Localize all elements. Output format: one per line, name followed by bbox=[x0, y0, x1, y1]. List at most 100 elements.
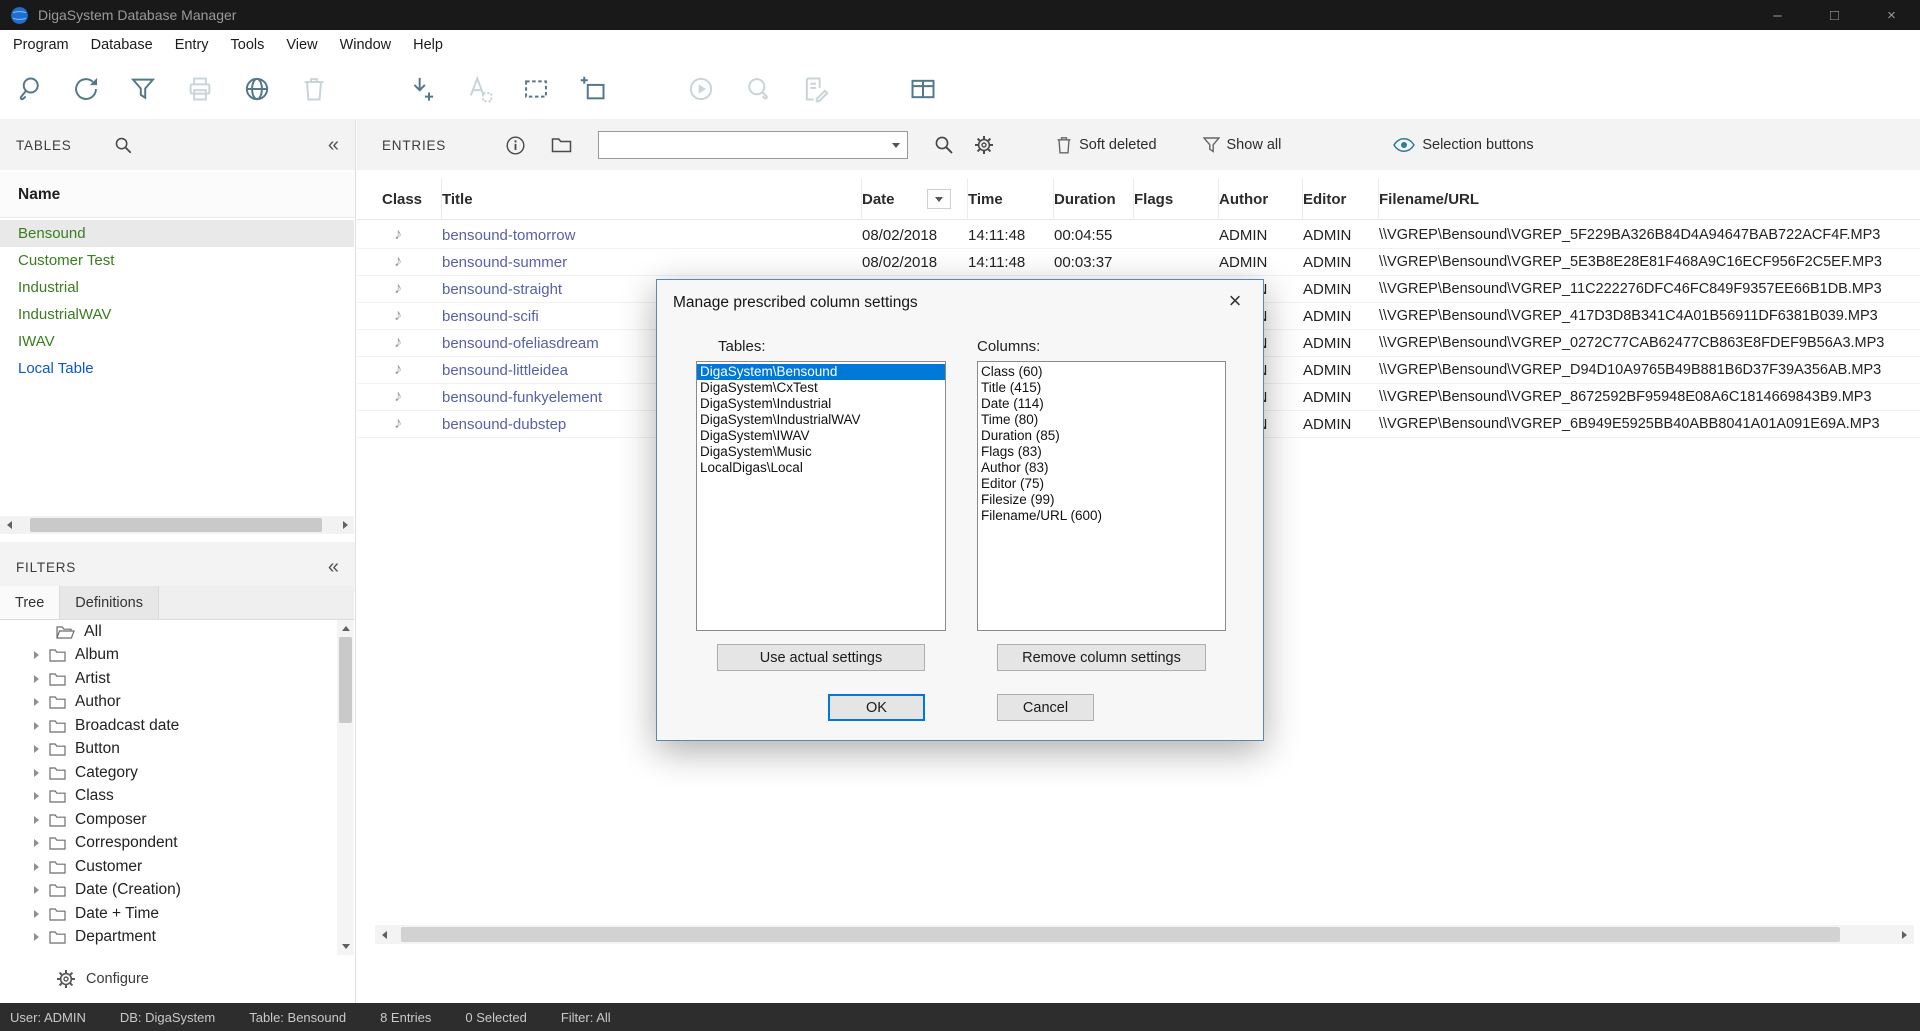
remove-column-settings-button[interactable]: Remove column settings bbox=[997, 644, 1206, 671]
listbox-option[interactable]: Author (83) bbox=[978, 460, 1225, 476]
configure-button[interactable]: Configure bbox=[0, 955, 354, 1003]
tables-list-item[interactable]: Customer Test bbox=[0, 247, 354, 274]
entry-title-link[interactable]: bensound-scifi bbox=[442, 308, 539, 325]
listbox-option[interactable]: Time (80) bbox=[978, 412, 1225, 428]
tree-item[interactable]: Button bbox=[0, 738, 337, 762]
scroll-right-icon[interactable] bbox=[336, 516, 354, 534]
column-header-flags[interactable]: Flags bbox=[1134, 178, 1219, 220]
listbox-option[interactable]: DigaSystem\IWAV bbox=[697, 428, 945, 444]
search-input[interactable] bbox=[599, 132, 885, 158]
tables-list-item[interactable]: IWAV bbox=[0, 328, 354, 355]
listbox-option[interactable]: Duration (85) bbox=[978, 428, 1225, 444]
column-header-time[interactable]: Time bbox=[968, 178, 1054, 220]
tree-item[interactable]: Album bbox=[0, 644, 337, 668]
selection-buttons-toggle[interactable]: Selection buttons bbox=[1393, 137, 1533, 153]
tables-horizontal-scrollbar[interactable] bbox=[0, 516, 354, 534]
chevron-right-icon[interactable] bbox=[34, 910, 39, 918]
filter-icon[interactable] bbox=[128, 74, 158, 104]
tree-item[interactable]: Artist bbox=[0, 667, 337, 691]
maximize-button[interactable]: □ bbox=[1806, 0, 1863, 30]
tree-item[interactable]: Author bbox=[0, 691, 337, 715]
table-row[interactable]: ♪bensound-tomorrow08/02/201814:11:4800:0… bbox=[357, 222, 1920, 249]
dialog-close-button[interactable]: × bbox=[1211, 282, 1259, 320]
listbox-option[interactable]: Class (60) bbox=[978, 364, 1225, 380]
column-header-author[interactable]: Author bbox=[1219, 178, 1303, 220]
menu-item-entry[interactable]: Entry bbox=[164, 37, 220, 53]
tree-item[interactable]: Date (Creation) bbox=[0, 879, 337, 903]
tree-item[interactable]: Broadcast date bbox=[0, 714, 337, 738]
entry-title-link[interactable]: bensound-tomorrow bbox=[442, 227, 575, 244]
play-icon[interactable] bbox=[686, 74, 716, 104]
chevron-right-icon[interactable] bbox=[34, 722, 39, 730]
scrollbar-thumb[interactable] bbox=[339, 637, 352, 723]
tree-item[interactable]: Composer bbox=[0, 808, 337, 832]
column-header-filename-url[interactable]: Filename/URL bbox=[1379, 178, 1920, 220]
listbox-option[interactable]: Filename/URL (600) bbox=[978, 508, 1225, 524]
sort-dropdown-icon[interactable] bbox=[927, 189, 951, 209]
chevron-right-icon[interactable] bbox=[34, 675, 39, 683]
menu-item-help[interactable]: Help bbox=[402, 37, 454, 53]
record-loop-icon[interactable] bbox=[743, 74, 773, 104]
entry-title-link[interactable]: bensound-funkyelement bbox=[442, 389, 602, 406]
column-header-editor[interactable]: Editor bbox=[1303, 178, 1379, 220]
column-header-class[interactable]: Class bbox=[382, 178, 442, 220]
tree-vertical-scrollbar[interactable] bbox=[337, 620, 354, 955]
chevron-right-icon[interactable] bbox=[34, 933, 39, 941]
import-entry-icon[interactable] bbox=[407, 74, 437, 104]
table-row[interactable]: ♪bensound-summer08/02/201814:11:4800:03:… bbox=[357, 249, 1920, 276]
soft-deleted-toggle[interactable]: Soft deleted bbox=[1056, 136, 1156, 154]
chevron-right-icon[interactable] bbox=[34, 839, 39, 847]
info-icon[interactable] bbox=[506, 136, 525, 155]
chevron-right-icon[interactable] bbox=[34, 816, 39, 824]
column-header-title[interactable]: Title bbox=[442, 178, 862, 220]
chevron-right-icon[interactable] bbox=[34, 651, 39, 659]
entry-title-link[interactable]: bensound-dubstep bbox=[442, 416, 566, 433]
listbox-option[interactable]: Flags (83) bbox=[978, 444, 1225, 460]
tree-item[interactable]: Customer bbox=[0, 855, 337, 879]
listbox-option[interactable]: Filesize (99) bbox=[978, 492, 1225, 508]
cancel-button[interactable]: Cancel bbox=[997, 694, 1094, 721]
search-tables-icon[interactable] bbox=[114, 136, 133, 155]
tables-list-item[interactable]: Bensound bbox=[0, 220, 354, 247]
web-icon[interactable] bbox=[242, 74, 272, 104]
edit-script-icon[interactable] bbox=[800, 74, 830, 104]
tree-item[interactable]: Class bbox=[0, 785, 337, 809]
scroll-left-icon[interactable] bbox=[375, 925, 394, 944]
menu-item-window[interactable]: Window bbox=[329, 37, 403, 53]
listbox-option[interactable]: Editor (75) bbox=[978, 476, 1225, 492]
scroll-right-icon[interactable] bbox=[1895, 925, 1914, 944]
menu-item-program[interactable]: Program bbox=[2, 37, 80, 53]
listbox-option[interactable]: Date (114) bbox=[978, 396, 1225, 412]
listbox-option[interactable]: DigaSystem\IndustrialWAV bbox=[697, 412, 945, 428]
entry-title-link[interactable]: bensound-summer bbox=[442, 254, 567, 271]
chevron-right-icon[interactable] bbox=[34, 769, 39, 777]
dialog-columns-listbox[interactable]: Class (60)Title (415)Date (114)Time (80)… bbox=[977, 361, 1226, 631]
listbox-option[interactable]: Title (415) bbox=[978, 380, 1225, 396]
collapse-tables-panel-icon[interactable] bbox=[328, 135, 339, 155]
open-database-icon[interactable] bbox=[14, 74, 44, 104]
tables-list-item[interactable]: Local Table bbox=[0, 355, 354, 382]
listbox-option[interactable]: DigaSystem\CxTest bbox=[697, 380, 945, 396]
entry-title-link[interactable]: bensound-ofeliasdream bbox=[442, 335, 599, 352]
listbox-option[interactable]: DigaSystem\Bensound bbox=[697, 364, 945, 380]
tables-name-column-header[interactable]: Name bbox=[0, 172, 355, 218]
ok-button[interactable]: OK bbox=[828, 694, 925, 721]
scroll-down-icon[interactable] bbox=[337, 938, 354, 955]
new-frame-icon[interactable] bbox=[578, 74, 608, 104]
tables-list-item[interactable]: Industrial bbox=[0, 274, 354, 301]
column-header-date[interactable]: Date bbox=[862, 178, 968, 220]
tab-tree[interactable]: Tree bbox=[0, 586, 60, 619]
entries-horizontal-scrollbar[interactable] bbox=[375, 925, 1914, 944]
tree-item[interactable]: All bbox=[0, 620, 337, 644]
entry-title-link[interactable]: bensound-straight bbox=[442, 281, 562, 298]
folder-icon[interactable] bbox=[551, 137, 572, 153]
scroll-left-icon[interactable] bbox=[0, 516, 18, 534]
scroll-up-icon[interactable] bbox=[337, 620, 354, 637]
tree-item[interactable]: Department bbox=[0, 926, 337, 950]
menu-item-view[interactable]: View bbox=[275, 37, 328, 53]
dialog-titlebar[interactable]: Manage prescribed column settings bbox=[657, 280, 1263, 326]
tree-item[interactable]: Category bbox=[0, 761, 337, 785]
entry-title-link[interactable]: bensound-littleidea bbox=[442, 362, 568, 379]
listbox-option[interactable]: LocalDigas\Local bbox=[697, 460, 945, 476]
tree-item[interactable]: Correspondent bbox=[0, 832, 337, 856]
